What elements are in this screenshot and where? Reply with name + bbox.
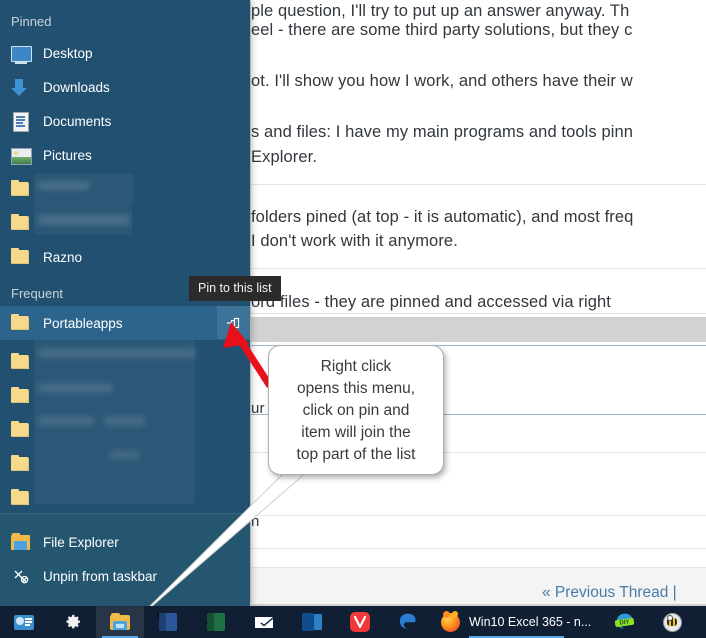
envelope-icon — [253, 611, 275, 633]
taskbar-item-outlook[interactable]: O — [288, 606, 336, 638]
excel-icon: X — [205, 611, 227, 633]
taskbar-item-vivaldi[interactable] — [336, 606, 384, 638]
callout-line: click on pin and — [302, 402, 410, 419]
taskbar-item-excel[interactable]: X — [192, 606, 240, 638]
edge-icon — [397, 611, 419, 633]
windows-taskbar: W X O — [0, 606, 706, 638]
callout-line: top part of the list — [296, 446, 416, 463]
taskbar-item-firefox-window[interactable]: Win10 Excel 365 - n... — [432, 606, 601, 638]
callout-line: Right click — [320, 358, 392, 375]
outlook-icon: O — [301, 611, 323, 633]
diy-icon: DIY — [614, 611, 636, 633]
vivaldi-icon — [349, 611, 371, 633]
callout-line: item will join the — [301, 424, 411, 441]
callout-line: opens this menu, — [296, 380, 416, 397]
taskbar-window-title: Win10 Excel 365 - n... — [469, 615, 592, 629]
folder-icon — [109, 611, 131, 633]
taskbar-item-mail[interactable] — [240, 606, 288, 638]
taskbar-item-word[interactable]: W — [144, 606, 192, 638]
bee-icon — [662, 611, 684, 633]
taskbar-item-file-explorer[interactable] — [96, 606, 144, 638]
screenshot-root: ple question, I'll try to put up an answ… — [0, 0, 706, 638]
callout-tail-pointer — [135, 451, 332, 621]
taskbar-item-diy-app[interactable]: DIY — [601, 606, 649, 638]
firefox-icon — [440, 611, 462, 633]
taskbar-item-settings[interactable] — [48, 606, 96, 638]
taskbar-item-edge[interactable] — [384, 606, 432, 638]
gear-icon — [61, 611, 83, 633]
contact-card-icon — [13, 611, 35, 633]
taskbar-item-contacts-app[interactable] — [0, 606, 48, 638]
taskbar-item-bee-app[interactable] — [649, 606, 697, 638]
annotation-callout: Right click opens this menu, click on pi… — [268, 345, 444, 475]
word-icon: W — [157, 611, 179, 633]
